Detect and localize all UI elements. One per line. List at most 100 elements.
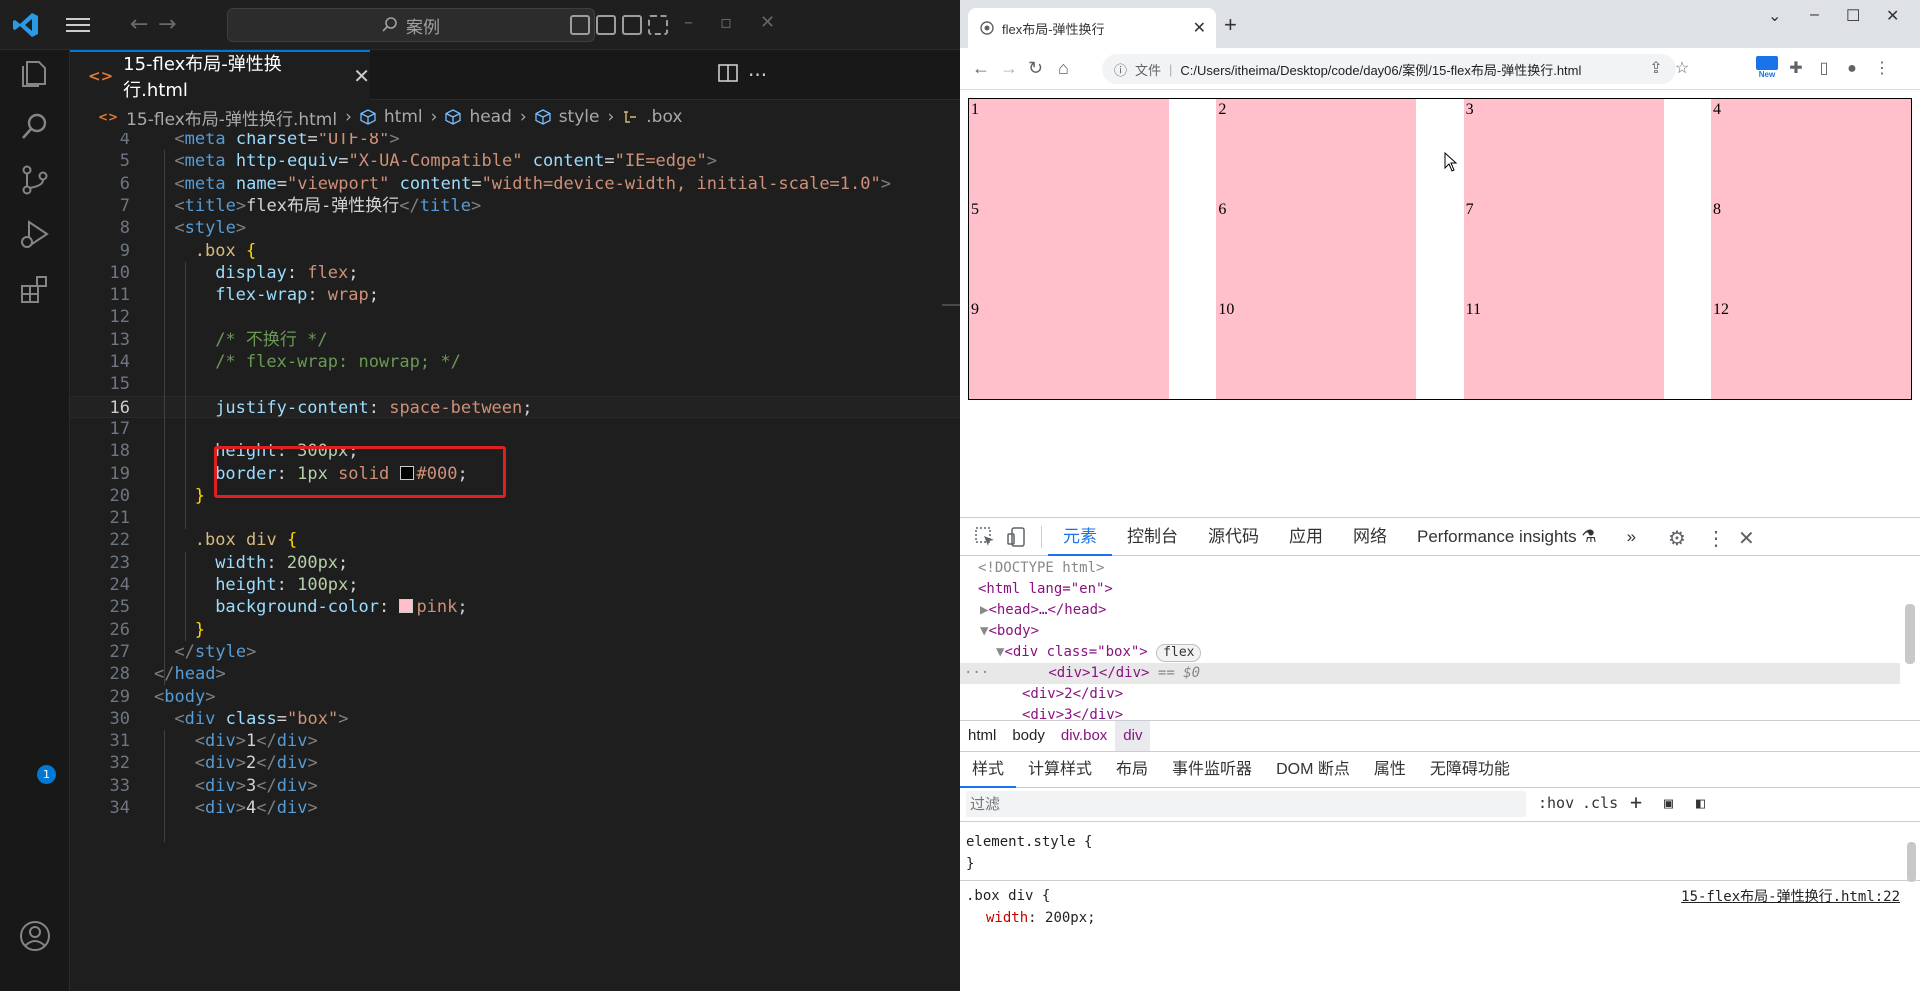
dom-html[interactable]: <html lang="en">	[978, 579, 1918, 600]
rule-source-link[interactable]: 15-flex布局-弹性换行.html:22	[1681, 886, 1900, 906]
dom-tree[interactable]: <!DOCTYPE html> <html lang="en"> ▶<head>…	[960, 556, 1920, 720]
code-line[interactable]: 21	[70, 507, 960, 529]
back-arrow-icon[interactable]: ←	[130, 12, 148, 37]
code-line[interactable]: 24 height: 100px;	[70, 574, 960, 596]
styles-scrollbar[interactable]	[1907, 842, 1916, 882]
tab-accessibility[interactable]: 无障碍功能	[1418, 752, 1522, 788]
code-line[interactable]: 7 <title>flex布局-弹性换行</title>	[70, 195, 960, 217]
close-window-icon[interactable]: ✕	[760, 12, 775, 33]
side-panel-icon[interactable]: ▯	[1814, 59, 1834, 79]
tab-layout[interactable]: 布局	[1104, 752, 1160, 788]
code-line[interactable]: 16 justify-content: space-between;	[70, 395, 960, 418]
code-line[interactable]: 19 border: 1px solid #000;	[70, 463, 960, 485]
code-line[interactable]: 22 .box div {	[70, 529, 960, 551]
dom-div-box[interactable]: ▼<div class="box"> flex	[996, 642, 1920, 663]
devtools-tab-application[interactable]: 应用	[1274, 518, 1338, 556]
search-view-icon[interactable]	[17, 108, 53, 144]
code-line[interactable]: 27 </style>	[70, 641, 960, 663]
source-control-icon[interactable]	[17, 162, 53, 198]
settings-gear-icon[interactable]: ⚙	[1668, 526, 1686, 551]
code-line[interactable]: 33 <div>3</div>	[70, 775, 960, 797]
tab-computed[interactable]: 计算样式	[1016, 752, 1104, 788]
code-line[interactable]: 6 <meta name="viewport" content="width=de…	[70, 173, 960, 195]
code-line[interactable]: 5 <meta http-equiv="X-UA-Compatible" cont…	[70, 150, 960, 172]
maximize-icon[interactable]: ▫	[720, 12, 732, 33]
element-style-selector[interactable]: element.style {	[966, 832, 1092, 852]
breadcrumb-item-head[interactable]: head	[469, 107, 511, 127]
hamburger-menu-icon[interactable]	[66, 14, 90, 34]
devtools-tab-sources[interactable]: 源代码	[1193, 518, 1274, 556]
crumb-div-box[interactable]: div.box	[1053, 721, 1115, 751]
split-editor-icon[interactable]	[718, 63, 738, 83]
more-tabs-button[interactable]: »	[1612, 518, 1651, 556]
home-icon[interactable]: ⌂	[1058, 58, 1069, 79]
code-line[interactable]: 34 <div>4</div>	[70, 797, 960, 819]
bookmark-star-icon[interactable]: ☆	[1672, 59, 1692, 79]
tab-search-icon[interactable]: ⌄	[1768, 6, 1781, 26]
code-line[interactable]: 15	[70, 373, 960, 395]
breadcrumb-item-file[interactable]: 15-flex布局-弹性换行.html	[126, 105, 337, 130]
new-style-rule-icon[interactable]: +	[1630, 790, 1642, 814]
code-line[interactable]: 4 <meta charset="UTF-8">	[70, 133, 960, 150]
close-window-icon[interactable]: ✕	[1886, 6, 1899, 26]
toggle-sidebar-icon[interactable]: ◧	[1696, 794, 1705, 812]
code-line[interactable]: 30 <div class="box">	[70, 708, 960, 730]
back-icon[interactable]: ←	[972, 58, 990, 79]
crumb-body[interactable]: body	[1004, 721, 1053, 751]
minimize-icon[interactable]: –	[684, 12, 693, 33]
toggle-sidebar-icon[interactable]	[570, 15, 590, 35]
device-toolbar-icon[interactable]	[1006, 526, 1028, 548]
more-actions-icon[interactable]: ···	[748, 63, 767, 87]
code-line[interactable]: 11 flex-wrap: wrap;	[70, 284, 960, 306]
code-line[interactable]: 26}	[70, 619, 960, 641]
profile-avatar-icon[interactable]: ●	[1842, 59, 1862, 79]
dom-div-1[interactable]: ··· <div>1</div> == $0	[960, 663, 1900, 684]
code-line[interactable]: 25 background-color: pink;	[70, 596, 960, 618]
code-line[interactable]: 32 <div>2</div>	[70, 752, 960, 774]
code-line[interactable]: 10 display: flex;	[70, 262, 960, 284]
devtools-tab-elements[interactable]: 元素	[1048, 518, 1112, 556]
code-line[interactable]: 20}	[70, 485, 960, 507]
paint-brush-icon[interactable]: ▣	[1664, 794, 1673, 812]
code-line[interactable]: 28 </head>	[70, 663, 960, 685]
toggle-secondary-sidebar-icon[interactable]	[622, 15, 642, 35]
extensions-icon[interactable]	[17, 272, 53, 308]
explorer-icon[interactable]	[17, 54, 53, 90]
close-tab-icon[interactable]: ✕	[1193, 18, 1206, 38]
editor-tab[interactable]: <> 15-flex布局-弹性换行.html ✕	[70, 50, 370, 101]
code-line[interactable]: 9 .box {	[70, 240, 960, 262]
new-tab-icon[interactable]: +	[1224, 12, 1237, 38]
flex-badge[interactable]: flex	[1156, 644, 1202, 662]
code-line[interactable]: 23 width: 200px;	[70, 552, 960, 574]
cls-button[interactable]: .cls	[1582, 794, 1618, 812]
devtools-tab-console[interactable]: 控制台	[1112, 518, 1193, 556]
code-line[interactable]: 29 <body>	[70, 686, 960, 708]
dom-scrollbar[interactable]	[1905, 604, 1915, 664]
reload-icon[interactable]: ↻	[1028, 58, 1043, 79]
forward-icon[interactable]: →	[1000, 58, 1018, 79]
styles-pane[interactable]: element.style { } .box div { 15-flex布局-弹…	[960, 821, 1920, 991]
code-line[interactable]: 17	[70, 418, 960, 440]
rule-selector[interactable]: .box div {	[966, 886, 1050, 906]
crumb-html[interactable]: html	[960, 721, 1004, 751]
customize-layout-icon[interactable]	[648, 15, 668, 35]
account-icon[interactable]	[17, 918, 53, 954]
tab-event-listeners[interactable]: 事件监听器	[1160, 752, 1264, 788]
color-swatch-icon[interactable]	[399, 599, 414, 614]
close-tab-icon[interactable]: ✕	[353, 64, 370, 88]
breadcrumb-item-style[interactable]: style	[559, 107, 600, 127]
command-center-search[interactable]: 案例	[227, 8, 595, 42]
code-line[interactable]: 18 height: 300px;	[70, 440, 960, 462]
close-devtools-icon[interactable]: ✕	[1738, 526, 1755, 551]
dom-div-3[interactable]: <div>3</div>	[1022, 705, 1920, 720]
dom-doctype[interactable]: <!DOCTYPE html>	[978, 558, 1918, 579]
new-feature-icon[interactable]: New	[1754, 53, 1780, 83]
dom-head[interactable]: ▶<head>…</head>	[980, 600, 1920, 621]
styles-filter-input[interactable]	[966, 791, 1526, 817]
devtools-tab-performance-insights[interactable]: Performance insights ⚗	[1402, 518, 1612, 556]
breadcrumb-item-html[interactable]: html	[384, 107, 423, 127]
rule-width-property[interactable]: width: 200px;	[986, 908, 1096, 928]
inspect-element-icon[interactable]	[974, 526, 996, 548]
run-debug-icon[interactable]	[17, 216, 53, 252]
devtools-tab-network[interactable]: 网络	[1338, 518, 1402, 556]
